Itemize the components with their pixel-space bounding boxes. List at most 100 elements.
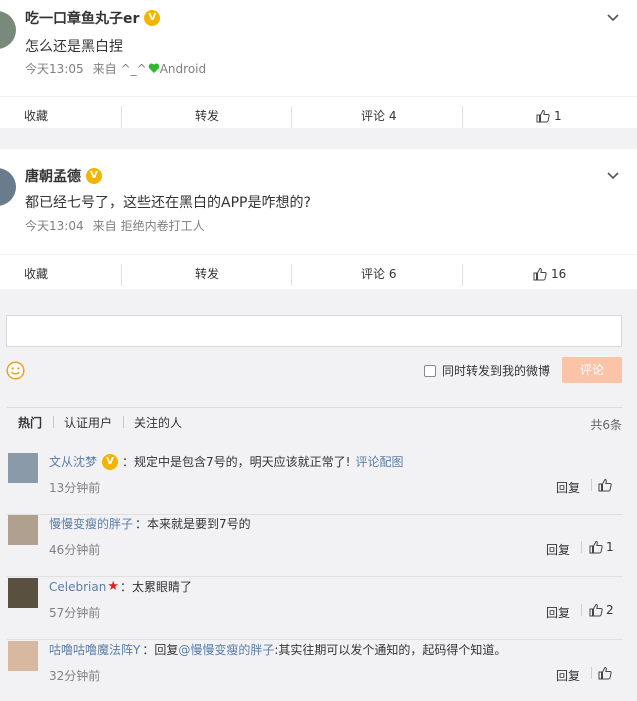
- comment-like-button[interactable]: [598, 666, 612, 680]
- chevron-down-icon[interactable]: [607, 12, 619, 24]
- post-actions: 收藏 转发 评论 4 1: [0, 96, 637, 134]
- comment-like-count: 2: [606, 603, 614, 617]
- comment-button[interactable]: 评论 6: [361, 255, 396, 293]
- post-source[interactable]: ^_^: [121, 62, 147, 76]
- divider: [581, 541, 582, 553]
- tab-following[interactable]: 关注的人: [123, 414, 193, 431]
- post-text: 都已经七号了，这些还在黑白的APP是咋想的?: [25, 195, 311, 211]
- source-prefix: 来自: [92, 219, 117, 233]
- comment-user[interactable]: 文从沈梦: [49, 453, 97, 470]
- comment-item: Celebrian ★ ：太累眼睛了 57分钟前 回复 2: [7, 578, 623, 640]
- post-source-device[interactable]: Android: [160, 62, 206, 76]
- thumbs-up-icon: [536, 109, 550, 122]
- post-card: 吃一口章鱼丸子er V 怎么还是黑白捏 今天13:05 来自 ^_^ Andro…: [0, 0, 637, 128]
- comment-text: ：规定中是包含7号的，明天应该就正常了!: [122, 455, 351, 469]
- heart-icon: [148, 63, 160, 73]
- thumbs-up-icon: [589, 540, 603, 554]
- comment-text: :其实往期可以发个通知的，起码得个知道。: [274, 643, 507, 657]
- repost-label: 同时转发到我的微博: [442, 364, 551, 378]
- like-button[interactable]: 16: [533, 255, 566, 293]
- comment-user[interactable]: Celebrian: [49, 580, 106, 594]
- post-time[interactable]: 今天13:04: [25, 217, 84, 234]
- divider: [121, 106, 122, 128]
- fav-button[interactable]: 收藏: [24, 255, 48, 293]
- post-source[interactable]: 拒绝内卷打工人: [121, 217, 205, 234]
- post-time[interactable]: 今天13:05: [25, 60, 84, 77]
- fav-label: 收藏: [24, 109, 49, 123]
- comment-like-count: 1: [606, 540, 614, 554]
- post-text: 怎么还是黑白捏: [25, 39, 123, 55]
- comment-input[interactable]: [6, 315, 622, 347]
- thumbs-up-icon: [533, 267, 547, 280]
- thumbs-up-icon: [598, 666, 612, 680]
- fav-button[interactable]: 收藏: [24, 97, 48, 135]
- comment-time: 32分钟前: [49, 669, 101, 683]
- avatar[interactable]: [0, 168, 16, 206]
- repost-label: 转发: [195, 109, 220, 123]
- star-badge-icon: ★: [107, 579, 119, 594]
- comment-line: 慢慢变瘦的胖子 ：本来就是要到7号的: [49, 515, 251, 532]
- post-author[interactable]: 吃一口章鱼丸子er V: [25, 8, 161, 28]
- comment-like-button[interactable]: 1: [589, 540, 614, 554]
- emoji-icon[interactable]: [6, 361, 25, 380]
- tab-verified[interactable]: 认证用户: [53, 414, 123, 431]
- comment-user[interactable]: 慢慢变瘦的胖子: [49, 515, 133, 532]
- comment-time: 13分钟前: [49, 481, 101, 495]
- mention-link[interactable]: @慢慢变瘦的胖子: [178, 641, 274, 658]
- divider: [291, 106, 292, 128]
- comment-text-prefix: ：回复: [142, 643, 179, 657]
- repost-button[interactable]: 转发: [195, 97, 219, 135]
- comment-like-button[interactable]: [598, 478, 612, 492]
- avatar[interactable]: [8, 641, 38, 671]
- comment-item: 慢慢变瘦的胖子 ：本来就是要到7号的 46分钟前 回复 1: [7, 515, 623, 577]
- like-count: 16: [551, 266, 567, 281]
- avatar[interactable]: [8, 515, 38, 545]
- avatar[interactable]: [0, 11, 16, 49]
- like-button[interactable]: 1: [536, 97, 562, 135]
- comment-image-link[interactable]: 评论配图: [355, 453, 403, 470]
- comment-section: 同时转发到我的微博 评论 热门 认证用户 关注的人 共6条 文从沈梦 V ：规定…: [0, 303, 637, 701]
- tab-hot[interactable]: 热门: [7, 414, 53, 431]
- post-author[interactable]: 唐朝孟德 V: [25, 166, 102, 186]
- divider: [591, 479, 592, 491]
- comment-item: 咕噜咕噜魔法阵Y ：回复 @慢慢变瘦的胖子 :其实往期可以发个通知的，起码得个知…: [7, 641, 623, 701]
- repost-button[interactable]: 转发: [195, 255, 219, 293]
- avatar[interactable]: [8, 578, 38, 608]
- chevron-down-icon[interactable]: [607, 170, 619, 182]
- comment-item: 文从沈梦 V ：规定中是包含7号的，明天应该就正常了! 评论配图 13分钟前 回…: [7, 453, 623, 515]
- comment-label: 评论 4: [361, 109, 397, 123]
- submit-comment-button[interactable]: 评论: [562, 357, 622, 383]
- source-prefix: 来自: [92, 62, 117, 76]
- fav-label: 收藏: [24, 267, 49, 281]
- reply-button[interactable]: 回复: [546, 604, 570, 621]
- author-name[interactable]: 吃一口章鱼丸子er: [25, 8, 139, 28]
- like-count: 1: [554, 108, 562, 123]
- reply-button[interactable]: 回复: [546, 541, 570, 558]
- comment-button[interactable]: 评论 4: [361, 97, 396, 135]
- repost-checkbox[interactable]: [424, 364, 436, 377]
- divider: [581, 604, 582, 616]
- comment-time: 46分钟前: [49, 543, 101, 557]
- post-card: 唐朝孟德 V 都已经七号了，这些还在黑白的APP是咋想的? 今天13:04 来自…: [0, 149, 637, 289]
- post-actions: 收藏 转发 评论 6 16: [0, 254, 637, 292]
- thumbs-up-icon: [598, 478, 612, 492]
- comment-like-button[interactable]: 2: [589, 603, 614, 617]
- avatar[interactable]: [8, 453, 38, 483]
- divider: [291, 264, 292, 286]
- verified-badge-icon: V: [102, 453, 119, 470]
- repost-option[interactable]: 同时转发到我的微博: [424, 362, 550, 379]
- reply-button[interactable]: 回复: [556, 479, 580, 496]
- verified-badge-icon: V: [144, 10, 161, 26]
- author-name[interactable]: 唐朝孟德: [25, 166, 81, 186]
- divider: [462, 264, 463, 286]
- comment-user[interactable]: 咕噜咕噜魔法阵Y: [49, 641, 140, 658]
- divider: [591, 667, 592, 679]
- repost-label: 转发: [195, 267, 220, 281]
- comment-tabs: 热门 认证用户 关注的人 共6条: [7, 407, 623, 437]
- reply-button[interactable]: 回复: [556, 667, 580, 684]
- comment-label: 评论 6: [361, 267, 397, 281]
- comment-line: Celebrian ★ ：太累眼睛了: [49, 578, 192, 595]
- comment-text: ：太累眼睛了: [119, 580, 192, 594]
- comment-time: 57分钟前: [49, 606, 101, 620]
- divider: [121, 264, 122, 286]
